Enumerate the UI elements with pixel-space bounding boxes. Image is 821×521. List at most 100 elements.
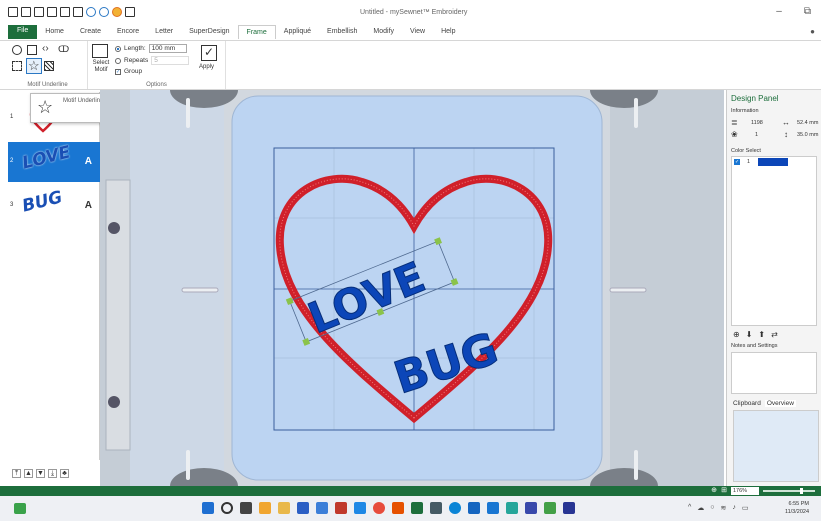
- title-bar: Untitled - mySewnet™ Embroidery – ⧉: [0, 0, 821, 24]
- zoom-to-fit-icon[interactable]: ⊕: [711, 486, 717, 494]
- tab-encore[interactable]: Encore: [109, 25, 147, 39]
- arrows-shape-icon[interactable]: ‹›: [42, 43, 49, 54]
- zoom-slider[interactable]: [763, 490, 815, 492]
- height-value: 35.0 mm: [797, 132, 819, 138]
- widgets-icon[interactable]: [14, 503, 26, 514]
- app-icon[interactable]: [506, 502, 518, 514]
- save-icon[interactable]: [8, 7, 18, 17]
- print-icon[interactable]: [47, 7, 57, 17]
- zoom-slider-handle[interactable]: [800, 488, 803, 494]
- app-icon[interactable]: [487, 502, 499, 514]
- group-checkbox[interactable]: ✓: [115, 68, 121, 75]
- repeats-input[interactable]: 5: [151, 56, 190, 65]
- task-view-icon[interactable]: [240, 502, 252, 514]
- frame-icon[interactable]: [73, 7, 83, 17]
- length-input[interactable]: 100 mm: [148, 44, 187, 53]
- apply-label[interactable]: Apply: [199, 64, 214, 70]
- copilot-icon[interactable]: [259, 502, 271, 514]
- fill-pattern-icon[interactable]: [44, 61, 54, 71]
- color-count-icon: ❀: [731, 130, 738, 139]
- overview-area[interactable]: [733, 410, 819, 482]
- app-icon[interactable]: [335, 502, 347, 514]
- move-to-top-icon[interactable]: ⤒: [12, 469, 21, 478]
- square-shape-icon[interactable]: [27, 45, 37, 55]
- volume-icon[interactable]: ♪: [732, 504, 736, 512]
- apply-checkmark-icon[interactable]: ✓: [201, 45, 217, 61]
- onedrive-icon[interactable]: ○: [710, 504, 714, 512]
- embroidery-canvas[interactable]: LOVE BUG: [100, 90, 724, 486]
- redo-icon[interactable]: [99, 7, 109, 17]
- battery-icon[interactable]: ▭: [742, 504, 749, 512]
- chevron-up-icon[interactable]: ^: [688, 504, 691, 512]
- tab-superdesign[interactable]: SuperDesign: [181, 25, 237, 39]
- new-icon[interactable]: [21, 7, 31, 17]
- app-icon[interactable]: [316, 502, 328, 514]
- app-icon[interactable]: [392, 502, 404, 514]
- length-radio[interactable]: [115, 45, 121, 52]
- notes-label: Notes and Settings: [731, 343, 778, 349]
- wifi-icon[interactable]: ≋: [721, 504, 727, 512]
- mail-icon[interactable]: [525, 502, 537, 514]
- select-motif-icon[interactable]: [92, 44, 108, 58]
- group-option[interactable]: ✓ Group: [115, 68, 142, 75]
- open-icon[interactable]: [34, 7, 44, 17]
- repeats-option[interactable]: Repeats 5: [115, 56, 190, 65]
- tab-help[interactable]: Help: [433, 25, 463, 39]
- tab-home[interactable]: Home: [37, 25, 72, 39]
- repeats-radio[interactable]: [115, 57, 121, 64]
- color-icon[interactable]: [112, 7, 122, 17]
- app-icon[interactable]: [354, 502, 366, 514]
- edge-icon[interactable]: [449, 502, 461, 514]
- length-option[interactable]: Length: 100 mm: [115, 44, 187, 53]
- app-icon[interactable]: [563, 502, 575, 514]
- color-list: [731, 156, 817, 326]
- chrome-icon[interactable]: [373, 502, 385, 514]
- move-up-icon[interactable]: ▲: [24, 469, 33, 478]
- start-icon[interactable]: [202, 502, 214, 514]
- move-down-icon[interactable]: ▼: [36, 469, 45, 478]
- grid-icon[interactable]: [125, 7, 135, 17]
- app-icon[interactable]: [468, 502, 480, 514]
- clock[interactable]: 6:55 PM 11/3/2024: [785, 500, 809, 516]
- tab-overview[interactable]: Overview: [764, 400, 796, 407]
- maximize-button[interactable]: ⧉: [804, 6, 811, 17]
- tab-applique[interactable]: Appliqué: [276, 25, 319, 39]
- circle-shape-icon[interactable]: [12, 45, 22, 55]
- tab-create[interactable]: Create: [72, 25, 109, 39]
- mysewnet-icon[interactable]: [411, 502, 423, 514]
- search-icon[interactable]: [221, 502, 233, 514]
- dashed-square-icon[interactable]: [12, 61, 22, 71]
- width-icon: ↔: [782, 118, 790, 127]
- minimize-button[interactable]: –: [776, 6, 782, 17]
- tab-frame[interactable]: Frame: [237, 25, 276, 39]
- select-motif-label[interactable]: Select Motif: [90, 60, 112, 74]
- export-icon[interactable]: [60, 7, 70, 17]
- tab-clipboard[interactable]: Clipboard: [733, 400, 761, 407]
- help-icon[interactable]: ●: [810, 27, 815, 36]
- zoom-level[interactable]: 176%: [731, 487, 759, 495]
- app-icon[interactable]: [544, 502, 556, 514]
- design-item-3[interactable]: 3 BUG A: [8, 186, 100, 226]
- window-controls: – ⧉: [776, 6, 811, 17]
- wreath-shape-icon[interactable]: ↀ: [58, 44, 69, 55]
- design-item-2[interactable]: 2 LOVE A: [8, 142, 100, 182]
- zoom-box-icon[interactable]: ⊞: [721, 486, 727, 494]
- star-shape-icon[interactable]: ☆: [26, 58, 42, 74]
- color-swatch[interactable]: [758, 158, 788, 166]
- tab-embellish[interactable]: Embellish: [319, 25, 365, 39]
- color-checkbox[interactable]: ✓: [734, 159, 740, 165]
- tab-file[interactable]: File: [8, 25, 38, 39]
- tab-modify[interactable]: Modify: [365, 25, 402, 39]
- cloud-icon[interactable]: ☁: [697, 504, 704, 512]
- color-tools-icons[interactable]: ⊕⬇⬆⇄: [733, 330, 784, 339]
- app-icon[interactable]: [297, 502, 309, 514]
- file-explorer-icon[interactable]: [278, 502, 290, 514]
- tab-view[interactable]: View: [402, 25, 433, 39]
- undo-icon[interactable]: [86, 7, 96, 17]
- move-to-bottom-icon[interactable]: ⤓: [48, 469, 57, 478]
- tab-letter[interactable]: Letter: [147, 25, 181, 39]
- repeats-label: Repeats: [124, 57, 149, 64]
- app-icon[interactable]: [430, 502, 442, 514]
- notes-field[interactable]: [731, 352, 817, 394]
- color-sort-icon[interactable]: ♣: [60, 469, 69, 478]
